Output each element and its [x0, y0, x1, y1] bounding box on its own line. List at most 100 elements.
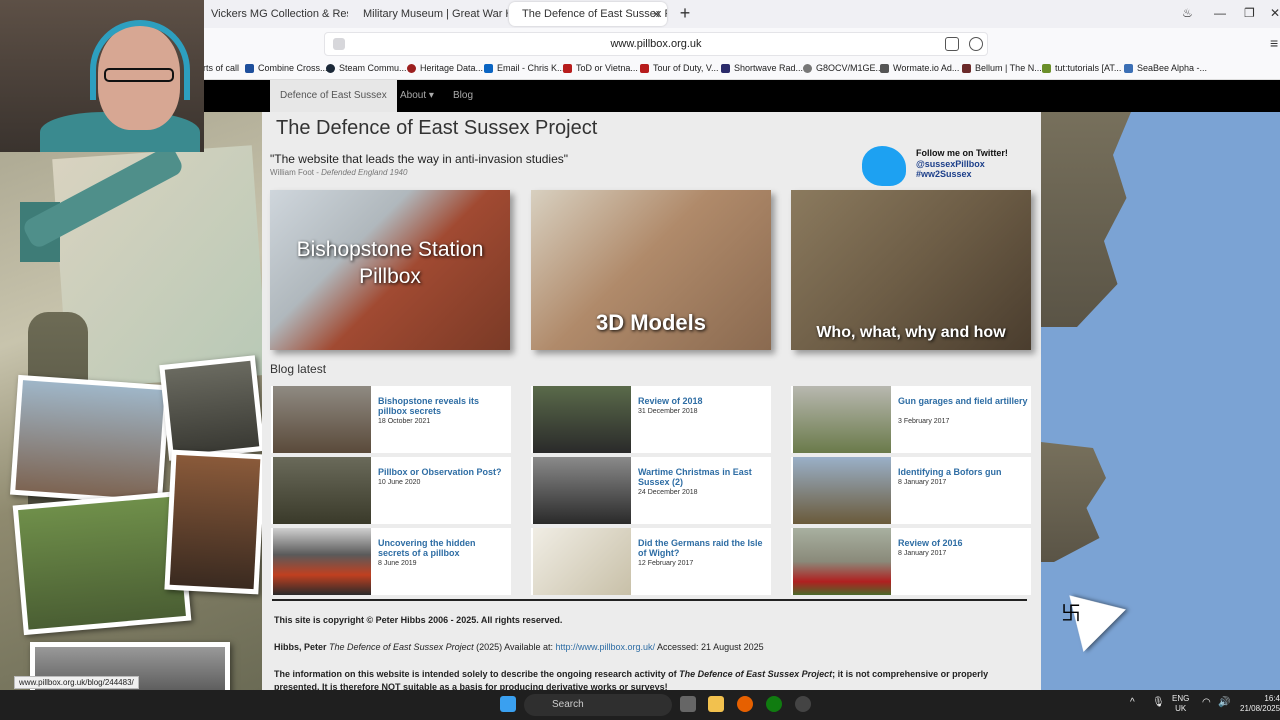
blog-card[interactable]: Wartime Christmas in East Sussex (2) 24 …: [531, 457, 771, 524]
microphone-icon[interactable]: 🎙: [1152, 698, 1165, 708]
clock[interactable]: 16:4 21/08/2025: [1240, 694, 1280, 714]
bookmark[interactable]: tut:tutorials [AT...: [1042, 63, 1121, 73]
nav-home[interactable]: Defence of East Sussex: [270, 80, 397, 112]
blog-title-link[interactable]: Uncovering the hidden secrets of a pillb…: [378, 538, 508, 558]
web-page: 卐 Defence of East Sussex About ▾ Blog Th…: [0, 80, 1280, 690]
tagline-quote: "The website that leads the way in anti-…: [270, 152, 569, 166]
feature-bishopstone[interactable]: Bishopstone Station Pillbox: [270, 190, 510, 350]
blog-thumbnail[interactable]: [533, 528, 631, 595]
blog-title-link[interactable]: Wartime Christmas in East Sussex (2): [638, 467, 768, 487]
coast-rock-image: [1041, 442, 1106, 562]
glasses-image: [104, 68, 174, 82]
feature-who-what[interactable]: Who, what, why and how: [791, 190, 1031, 350]
windows-taskbar: Search ^ 🎙 ENG UK ◠ 🔊 16:4 21/08/2025: [0, 690, 1280, 720]
blog-thumbnail[interactable]: [273, 528, 371, 595]
quote-attribution: William Foot - Defended England 1940: [270, 168, 408, 177]
blog-title-link[interactable]: Bishopstone reveals its pillbox secrets: [378, 396, 508, 416]
bookmark[interactable]: Steam Commu...: [326, 63, 407, 73]
blog-title-link[interactable]: Identifying a Bofors gun: [898, 467, 1028, 477]
photo-pillbox: [9, 374, 171, 506]
firefox-icon[interactable]: [737, 696, 753, 712]
obs-icon[interactable]: [795, 696, 811, 712]
tray-chevron-icon[interactable]: ^: [1130, 698, 1135, 708]
arrow-cursor-icon: [1048, 574, 1126, 652]
bookmark[interactable]: rts of call: [203, 63, 239, 73]
reader-view-icon[interactable]: [945, 37, 959, 51]
blog-thumbnail[interactable]: [793, 386, 891, 453]
page-title: The Defence of East Sussex Project: [276, 117, 598, 139]
blog-thumbnail[interactable]: [533, 386, 631, 453]
volume-icon[interactable]: 🔊: [1218, 698, 1230, 708]
citation-text: Hibbs, Peter The Defence of East Sussex …: [274, 642, 764, 652]
hamburger-menu-icon[interactable]: ≡: [1270, 35, 1278, 51]
blog-card[interactable]: Identifying a Bofors gun 8 January 2017: [791, 457, 1031, 524]
close-tab-icon[interactable]: ✕: [652, 8, 661, 21]
twitter-bird-icon: [862, 146, 906, 186]
bookmark[interactable]: Tour of Duty, V...: [640, 63, 719, 73]
blog-title-link[interactable]: Gun garages and field artillery: [898, 396, 1028, 406]
blog-card[interactable]: Did the Germans raid the Isle of Wight? …: [531, 528, 771, 595]
maximize-button[interactable]: ❐: [1244, 6, 1255, 20]
twitter-follow-link[interactable]: Follow me on Twitter! @sussexPillbox #ww…: [862, 146, 1032, 186]
taskbar-search[interactable]: Search: [524, 694, 672, 716]
new-tab-button[interactable]: +: [673, 2, 697, 26]
headset-image: [90, 20, 190, 100]
language-indicator[interactable]: ENG UK: [1172, 694, 1189, 714]
minimize-button[interactable]: —: [1214, 6, 1226, 20]
blog-card[interactable]: Gun garages and field artillery 3 Februa…: [791, 386, 1031, 453]
footer-divider: [272, 599, 1027, 601]
wifi-icon[interactable]: ◠: [1202, 698, 1211, 708]
blog-thumbnail[interactable]: [793, 457, 891, 524]
collage-background: [0, 112, 262, 690]
bookmark[interactable]: Email - Chris K...: [484, 63, 565, 73]
disclaimer-text: The information on this website is inten…: [274, 669, 989, 690]
bookmark[interactable]: Wormate.io Ad...: [880, 63, 959, 73]
bookmark[interactable]: Heritage Data...: [407, 63, 483, 73]
bookmark[interactable]: Bellum | The N...: [962, 63, 1042, 73]
copyright-text: This site is copyright © Peter Hibbs 200…: [274, 615, 563, 625]
nav-about[interactable]: About ▾: [390, 80, 444, 112]
blog-title-link[interactable]: Review of 2016: [898, 538, 1028, 548]
bookmark[interactable]: G8OCV/M1GE...: [803, 63, 883, 73]
bookmark[interactable]: Shortwave Rad...: [721, 63, 803, 73]
coast-rock-image: [1041, 112, 1131, 327]
bookmark[interactable]: SeaBee Alpha -...: [1124, 63, 1207, 73]
blog-title-link[interactable]: Review of 2018: [638, 396, 768, 406]
webcam-overlay: [0, 0, 204, 152]
blog-card[interactable]: Review of 2018 31 December 2018: [531, 386, 771, 453]
close-window-button[interactable]: ✕: [1270, 6, 1280, 20]
feature-3d-models[interactable]: 3D Models: [531, 190, 771, 350]
blog-card[interactable]: Uncovering the hidden secrets of a pillb…: [271, 528, 511, 595]
tab-vickers[interactable]: Vickers MG Collection & Research: [203, 2, 348, 26]
blog-card[interactable]: Bishopstone reveals its pillbox secrets …: [271, 386, 511, 453]
nav-blog[interactable]: Blog: [443, 80, 483, 112]
file-explorer-icon[interactable]: [708, 696, 724, 712]
tab-military-museum[interactable]: Military Museum | Great War Huts: [350, 2, 508, 26]
task-view-icon[interactable]: [680, 696, 696, 712]
share-icon[interactable]: [969, 37, 983, 51]
photo-field: [12, 490, 192, 636]
status-bar-url: www.pillbox.org.uk/blog/244483/: [14, 676, 139, 689]
tab-defence-east-sussex[interactable]: The Defence of East Sussex Pr ✕: [509, 2, 667, 26]
bookmark[interactable]: Combine Cross...: [245, 63, 328, 73]
blog-thumbnail[interactable]: [793, 528, 891, 595]
photo-tunnel: [164, 449, 262, 595]
blog-thumbnail[interactable]: [273, 457, 371, 524]
coast-background: 卐: [1041, 112, 1280, 690]
bookmark[interactable]: ToD or Vietna...: [563, 63, 638, 73]
photo-soldiers: [159, 355, 262, 461]
blog-title-link[interactable]: Pillbox or Observation Post?: [378, 467, 508, 477]
site-link[interactable]: http://www.pillbox.org.uk/: [555, 642, 655, 652]
url-text[interactable]: www.pillbox.org.uk: [325, 38, 987, 50]
blog-thumbnail[interactable]: [533, 457, 631, 524]
blog-title-link[interactable]: Did the Germans raid the Isle of Wight?: [638, 538, 768, 558]
blog-card[interactable]: Review of 2016 8 January 2017: [791, 528, 1031, 595]
windows-start-icon[interactable]: [500, 696, 516, 712]
xbox-icon[interactable]: [766, 696, 782, 712]
flame-icon[interactable]: ♨: [1182, 6, 1193, 20]
blog-thumbnail[interactable]: [273, 386, 371, 453]
blog-card[interactable]: Pillbox or Observation Post? 10 June 202…: [271, 457, 511, 524]
main-content: The Defence of East Sussex Project "The …: [262, 112, 1041, 690]
blog-heading: Blog latest: [270, 362, 327, 376]
address-bar[interactable]: www.pillbox.org.uk: [324, 32, 988, 56]
